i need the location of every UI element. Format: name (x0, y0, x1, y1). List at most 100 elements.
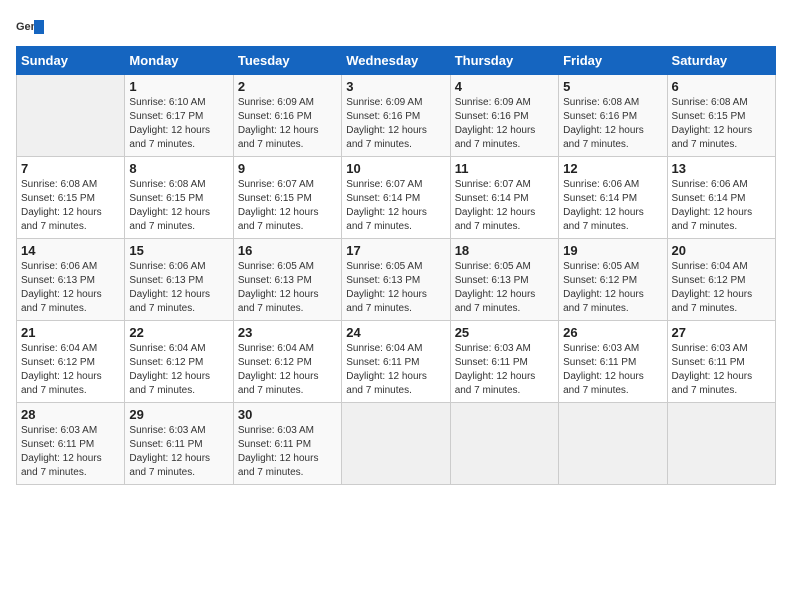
header: Gen (16, 16, 776, 38)
week-row-1: 1 Sunrise: 6:10 AMSunset: 6:17 PMDaylight… (17, 75, 776, 157)
day-number: 14 (21, 243, 120, 258)
day-info: Sunrise: 6:08 AMSunset: 6:16 PMDaylight:… (563, 96, 662, 152)
day-info: Sunrise: 6:06 AMSunset: 6:13 PMDaylight:… (129, 260, 228, 316)
day-info: Sunrise: 6:09 AMSunset: 6:16 PMDaylight:… (238, 96, 337, 152)
day-info: Sunrise: 6:04 AMSunset: 6:12 PMDaylight:… (672, 260, 771, 316)
dow-header-saturday: Saturday (667, 47, 775, 75)
calendar-cell: 30 Sunrise: 6:03 AMSunset: 6:11 PMDayligh… (233, 403, 341, 485)
day-info: Sunrise: 6:09 AMSunset: 6:16 PMDaylight:… (346, 96, 445, 152)
calendar-cell (450, 403, 558, 485)
day-number: 9 (238, 161, 337, 176)
day-info: Sunrise: 6:03 AMSunset: 6:11 PMDaylight:… (238, 424, 337, 480)
day-number: 4 (455, 79, 554, 94)
day-info: Sunrise: 6:04 AMSunset: 6:11 PMDaylight:… (346, 342, 445, 398)
day-number: 29 (129, 407, 228, 422)
day-info: Sunrise: 6:05 AMSunset: 6:13 PMDaylight:… (238, 260, 337, 316)
calendar-cell: 27 Sunrise: 6:03 AMSunset: 6:11 PMDayligh… (667, 321, 775, 403)
days-of-week-row: SundayMondayTuesdayWednesdayThursdayFrid… (17, 47, 776, 75)
logo-icon: Gen (16, 16, 44, 38)
dow-header-wednesday: Wednesday (342, 47, 450, 75)
calendar-cell: 22 Sunrise: 6:04 AMSunset: 6:12 PMDayligh… (125, 321, 233, 403)
day-number: 8 (129, 161, 228, 176)
calendar-cell: 5Sunrise: 6:08 AMSunset: 6:16 PMDaylight… (559, 75, 667, 157)
dow-header-monday: Monday (125, 47, 233, 75)
calendar-cell: 21 Sunrise: 6:04 AMSunset: 6:12 PMDayligh… (17, 321, 125, 403)
day-number: 19 (563, 243, 662, 258)
calendar-cell: 18 Sunrise: 6:05 AMSunset: 6:13 PMDayligh… (450, 239, 558, 321)
day-info: Sunrise: 6:07 AMSunset: 6:14 PMDaylight:… (346, 178, 445, 234)
day-info: Sunrise: 6:07 AMSunset: 6:15 PMDaylight:… (238, 178, 337, 234)
day-info: Sunrise: 6:08 AMSunset: 6:15 PMDaylight:… (21, 178, 120, 234)
day-info: Sunrise: 6:06 AMSunset: 6:14 PMDaylight:… (563, 178, 662, 234)
day-number: 12 (563, 161, 662, 176)
day-number: 18 (455, 243, 554, 258)
day-info: Sunrise: 6:06 AMSunset: 6:13 PMDaylight:… (21, 260, 120, 316)
calendar-cell: 20 Sunrise: 6:04 AMSunset: 6:12 PMDayligh… (667, 239, 775, 321)
week-row-5: 28 Sunrise: 6:03 AMSunset: 6:11 PMDayligh… (17, 403, 776, 485)
day-info: Sunrise: 6:10 AMSunset: 6:17 PMDaylight:… (129, 96, 228, 152)
calendar-cell: 15 Sunrise: 6:06 AMSunset: 6:13 PMDayligh… (125, 239, 233, 321)
day-number: 7 (21, 161, 120, 176)
day-number: 30 (238, 407, 337, 422)
calendar-body: 1 Sunrise: 6:10 AMSunset: 6:17 PMDaylight… (17, 75, 776, 485)
calendar-cell: 23Sunrise: 6:04 AMSunset: 6:12 PMDayligh… (233, 321, 341, 403)
calendar-cell: 10Sunrise: 6:07 AMSunset: 6:14 PMDayligh… (342, 157, 450, 239)
day-info: Sunrise: 6:04 AMSunset: 6:12 PMDaylight:… (129, 342, 228, 398)
week-row-4: 21 Sunrise: 6:04 AMSunset: 6:12 PMDayligh… (17, 321, 776, 403)
calendar-cell (342, 403, 450, 485)
day-info: Sunrise: 6:06 AMSunset: 6:14 PMDaylight:… (672, 178, 771, 234)
day-number: 26 (563, 325, 662, 340)
day-number: 1 (129, 79, 228, 94)
dow-header-friday: Friday (559, 47, 667, 75)
calendar-cell: 29 Sunrise: 6:03 AMSunset: 6:11 PMDayligh… (125, 403, 233, 485)
calendar-cell: 14 Sunrise: 6:06 AMSunset: 6:13 PMDayligh… (17, 239, 125, 321)
calendar-table: SundayMondayTuesdayWednesdayThursdayFrid… (16, 46, 776, 485)
calendar-cell: 1 Sunrise: 6:10 AMSunset: 6:17 PMDaylight… (125, 75, 233, 157)
calendar-cell: 7 Sunrise: 6:08 AMSunset: 6:15 PMDaylight… (17, 157, 125, 239)
day-number: 22 (129, 325, 228, 340)
day-info: Sunrise: 6:04 AMSunset: 6:12 PMDaylight:… (21, 342, 120, 398)
day-info: Sunrise: 6:03 AMSunset: 6:11 PMDaylight:… (455, 342, 554, 398)
day-info: Sunrise: 6:03 AMSunset: 6:11 PMDaylight:… (21, 424, 120, 480)
calendar-cell: 26Sunrise: 6:03 AMSunset: 6:11 PMDayligh… (559, 321, 667, 403)
day-number: 13 (672, 161, 771, 176)
day-number: 28 (21, 407, 120, 422)
calendar-cell (667, 403, 775, 485)
day-number: 25 (455, 325, 554, 340)
day-info: Sunrise: 6:05 AMSunset: 6:13 PMDaylight:… (346, 260, 445, 316)
day-info: Sunrise: 6:07 AMSunset: 6:14 PMDaylight:… (455, 178, 554, 234)
day-info: Sunrise: 6:05 AMSunset: 6:13 PMDaylight:… (455, 260, 554, 316)
day-info: Sunrise: 6:08 AMSunset: 6:15 PMDaylight:… (672, 96, 771, 152)
day-number: 27 (672, 325, 771, 340)
day-number: 11 (455, 161, 554, 176)
calendar-cell: 28 Sunrise: 6:03 AMSunset: 6:11 PMDayligh… (17, 403, 125, 485)
day-number: 24 (346, 325, 445, 340)
calendar-cell: 25 Sunrise: 6:03 AMSunset: 6:11 PMDayligh… (450, 321, 558, 403)
day-info: Sunrise: 6:08 AMSunset: 6:15 PMDaylight:… (129, 178, 228, 234)
calendar-cell: 4 Sunrise: 6:09 AMSunset: 6:16 PMDaylight… (450, 75, 558, 157)
day-info: Sunrise: 6:05 AMSunset: 6:12 PMDaylight:… (563, 260, 662, 316)
day-info: Sunrise: 6:09 AMSunset: 6:16 PMDaylight:… (455, 96, 554, 152)
day-number: 6 (672, 79, 771, 94)
day-info: Sunrise: 6:03 AMSunset: 6:11 PMDaylight:… (129, 424, 228, 480)
day-number: 17 (346, 243, 445, 258)
calendar-cell: 11 Sunrise: 6:07 AMSunset: 6:14 PMDayligh… (450, 157, 558, 239)
calendar-cell: 6 Sunrise: 6:08 AMSunset: 6:15 PMDaylight… (667, 75, 775, 157)
week-row-2: 7 Sunrise: 6:08 AMSunset: 6:15 PMDaylight… (17, 157, 776, 239)
logo: Gen (16, 16, 48, 38)
day-number: 15 (129, 243, 228, 258)
calendar-cell (559, 403, 667, 485)
calendar-cell: 9 Sunrise: 6:07 AMSunset: 6:15 PMDaylight… (233, 157, 341, 239)
day-info: Sunrise: 6:03 AMSunset: 6:11 PMDaylight:… (672, 342, 771, 398)
calendar-cell: 17 Sunrise: 6:05 AMSunset: 6:13 PMDayligh… (342, 239, 450, 321)
calendar-cell (17, 75, 125, 157)
day-number: 23 (238, 325, 337, 340)
day-number: 2 (238, 79, 337, 94)
calendar-cell: 19 Sunrise: 6:05 AMSunset: 6:12 PMDayligh… (559, 239, 667, 321)
day-number: 21 (21, 325, 120, 340)
calendar-cell: 16Sunrise: 6:05 AMSunset: 6:13 PMDayligh… (233, 239, 341, 321)
calendar-cell: 8 Sunrise: 6:08 AMSunset: 6:15 PMDaylight… (125, 157, 233, 239)
day-number: 20 (672, 243, 771, 258)
dow-header-sunday: Sunday (17, 47, 125, 75)
dow-header-tuesday: Tuesday (233, 47, 341, 75)
